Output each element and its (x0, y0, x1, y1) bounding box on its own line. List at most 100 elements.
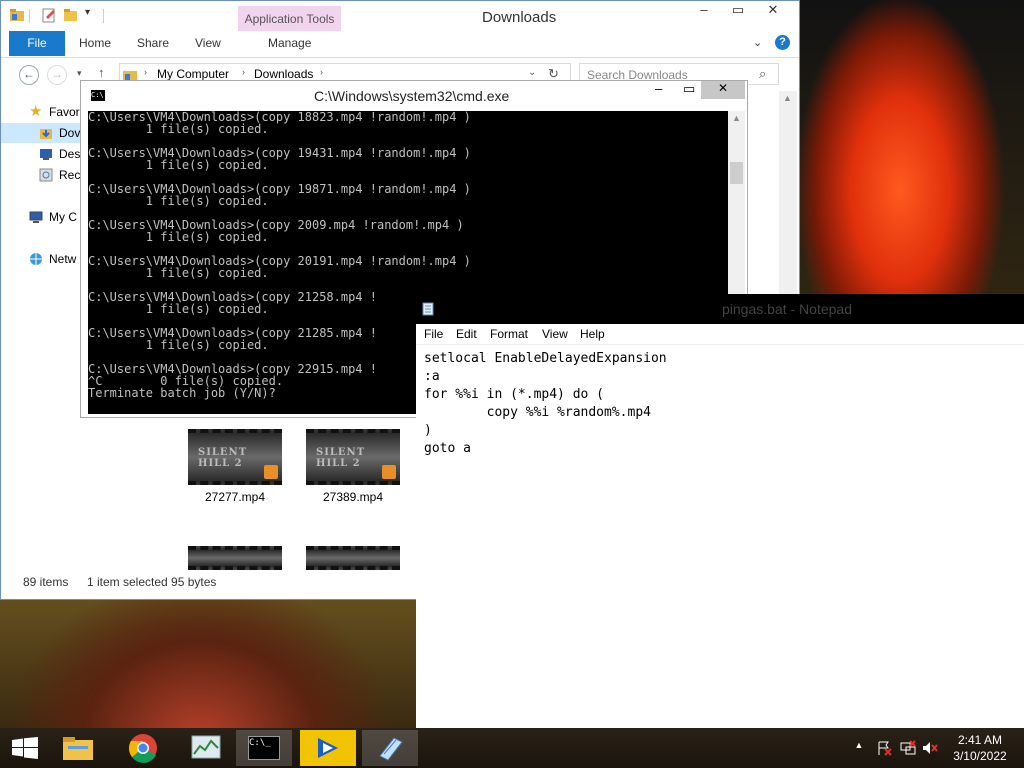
video-thumbnail[interactable] (188, 546, 282, 570)
network-status-icon[interactable] (900, 740, 916, 756)
ribbon-tabs: File Home Share View Manage ⌄ ? (1, 31, 799, 58)
menu-help[interactable]: Help (580, 327, 605, 341)
breadcrumb-downloads[interactable]: Downloads (254, 67, 313, 81)
notepad-taskbar-button[interactable] (362, 730, 418, 766)
cmd-taskbar-button[interactable]: C:\_ (236, 730, 292, 766)
breadcrumb-separator-icon: › (320, 67, 323, 77)
application-tools-tab: Application Tools (238, 6, 341, 32)
folder-app-icon (10, 9, 24, 21)
up-icon[interactable]: ↑ (98, 65, 105, 80)
qat-dropdown-icon[interactable]: ▾ (85, 7, 101, 23)
cmd-app-icon: C:\ (91, 90, 105, 101)
recent-locations-icon[interactable]: ▾ (77, 68, 82, 79)
maximize-button[interactable]: ▭ (723, 1, 753, 21)
console-line: 1 file(s) copied. (88, 194, 269, 208)
downloads-folder-icon (40, 129, 52, 139)
tab-file[interactable]: File (9, 31, 65, 56)
minimize-button[interactable]: – (655, 81, 662, 96)
console-line: 1 file(s) copied. (88, 266, 269, 280)
taskbar-clock[interactable]: 2:41 AM 3/10/2022 (950, 732, 1010, 764)
cmd-title: C:\Windows\system32\cmd.exe (314, 88, 510, 104)
scroll-thumb[interactable] (730, 162, 743, 184)
notepad-window: pingas.bat - Notepad File Edit Format Vi… (416, 294, 1024, 728)
breadcrumb-separator-icon: › (144, 67, 147, 77)
help-icon[interactable]: ? (775, 35, 790, 50)
monitor-graph-icon (191, 735, 221, 759)
status-bar: 89 items 1 item selected 95 bytes (1, 571, 409, 593)
close-button[interactable]: ✕ (753, 1, 793, 21)
taskbar: C:\_ ▲ 2:41 AM 3/10/2022 (0, 728, 1024, 768)
file-explorer-taskbar-button[interactable] (50, 730, 106, 766)
notepad-titlebar[interactable]: pingas.bat - Notepad (416, 294, 1024, 324)
scroll-up-icon[interactable]: ▲ (783, 93, 792, 103)
menu-format[interactable]: Format (490, 327, 528, 341)
menu-file[interactable]: File (424, 327, 443, 341)
nav-recent-places[interactable]: Rec (1, 165, 81, 185)
menu-view[interactable]: View (542, 327, 568, 341)
qat-divider (103, 9, 104, 23)
console-line: 1 file(s) copied. (88, 122, 269, 136)
video-thumbnail[interactable]: SILENT HILL 2 (306, 429, 400, 485)
tab-view[interactable]: View (195, 31, 221, 56)
recent-places-icon (39, 168, 53, 182)
forward-icon[interactable]: → (47, 65, 67, 85)
media-app-taskbar-button[interactable] (300, 730, 356, 766)
nav-network[interactable]: Netw (1, 249, 81, 269)
computer-icon (29, 211, 43, 223)
scroll-up-icon[interactable]: ▲ (732, 113, 741, 123)
console-line: 1 file(s) copied. (88, 230, 269, 244)
qat-divider (29, 9, 30, 23)
navigation-pane: ★ Favor Dov Des Rec My C Netw (1, 96, 81, 566)
notepad-menubar: File Edit Format View Help (416, 324, 1024, 345)
show-hidden-icons-icon[interactable]: ▲ (851, 740, 867, 756)
kinemaster-icon (318, 738, 338, 758)
back-icon[interactable]: ← (19, 65, 39, 85)
video-thumbnail[interactable]: SILENT HILL 2 (188, 429, 282, 485)
chrome-taskbar-button[interactable] (115, 730, 171, 766)
video-thumbnail[interactable] (306, 546, 400, 570)
search-icon[interactable]: ⌕ (759, 66, 766, 82)
notepad-text-area[interactable]: setlocal EnableDelayedExpansion :a for %… (424, 350, 667, 458)
nav-downloads[interactable]: Dov (1, 123, 81, 143)
explorer-scrollbar[interactable]: ▲ (779, 91, 797, 296)
notepad-app-icon (422, 302, 434, 316)
file-explorer-icon (63, 737, 93, 760)
close-button[interactable]: ✕ (701, 81, 745, 99)
cmd-titlebar[interactable]: C:\ C:\Windows\system32\cmd.exe – ▭ ✕ (81, 81, 747, 111)
new-folder-icon[interactable] (63, 7, 79, 23)
notepad-icon (379, 737, 403, 761)
tab-share[interactable]: Share (137, 31, 169, 56)
volume-muted-icon[interactable] (922, 740, 938, 756)
selection-info: 1 item selected 95 bytes (87, 575, 217, 589)
tab-home[interactable]: Home (79, 31, 111, 56)
nav-favorites[interactable]: ★ Favor (1, 102, 81, 122)
video-play-icon (382, 465, 396, 479)
breadcrumb-separator-icon: › (242, 67, 245, 77)
tab-manage[interactable]: Manage (268, 31, 311, 56)
menu-edit[interactable]: Edit (456, 327, 477, 341)
windows-start-icon[interactable] (12, 737, 38, 759)
nav-my-computer[interactable]: My C (1, 207, 81, 227)
maximize-button[interactable]: ▭ (683, 81, 695, 97)
action-center-flag-icon[interactable] (876, 740, 892, 756)
ribbon-expand-icon[interactable]: ⌄ (753, 31, 762, 56)
network-icon (30, 253, 42, 265)
breadcrumb-my-computer[interactable]: My Computer (157, 67, 229, 81)
resource-monitor-taskbar-button[interactable] (178, 730, 234, 766)
file-name[interactable]: 27389.mp4 (303, 490, 403, 504)
notepad-title: pingas.bat - Notepad (722, 301, 852, 317)
chrome-icon (128, 734, 157, 763)
minimize-button[interactable]: – (689, 1, 719, 21)
properties-icon[interactable] (41, 7, 57, 23)
star-icon: ★ (29, 103, 43, 120)
video-play-icon (264, 465, 278, 479)
cmd-icon: C:\_ (248, 736, 280, 760)
address-dropdown-icon[interactable]: ⌄ (528, 67, 536, 78)
nav-desktop[interactable]: Des (1, 144, 81, 164)
file-name[interactable]: 27277.mp4 (185, 490, 285, 504)
item-count: 89 items (23, 575, 69, 589)
explorer-title: Downloads (482, 9, 557, 26)
console-line: 1 file(s) copied. (88, 158, 269, 172)
explorer-titlebar[interactable]: ▾ Application Tools Downloads – ▭ ✕ (1, 1, 799, 32)
desktop-icon (40, 149, 52, 160)
